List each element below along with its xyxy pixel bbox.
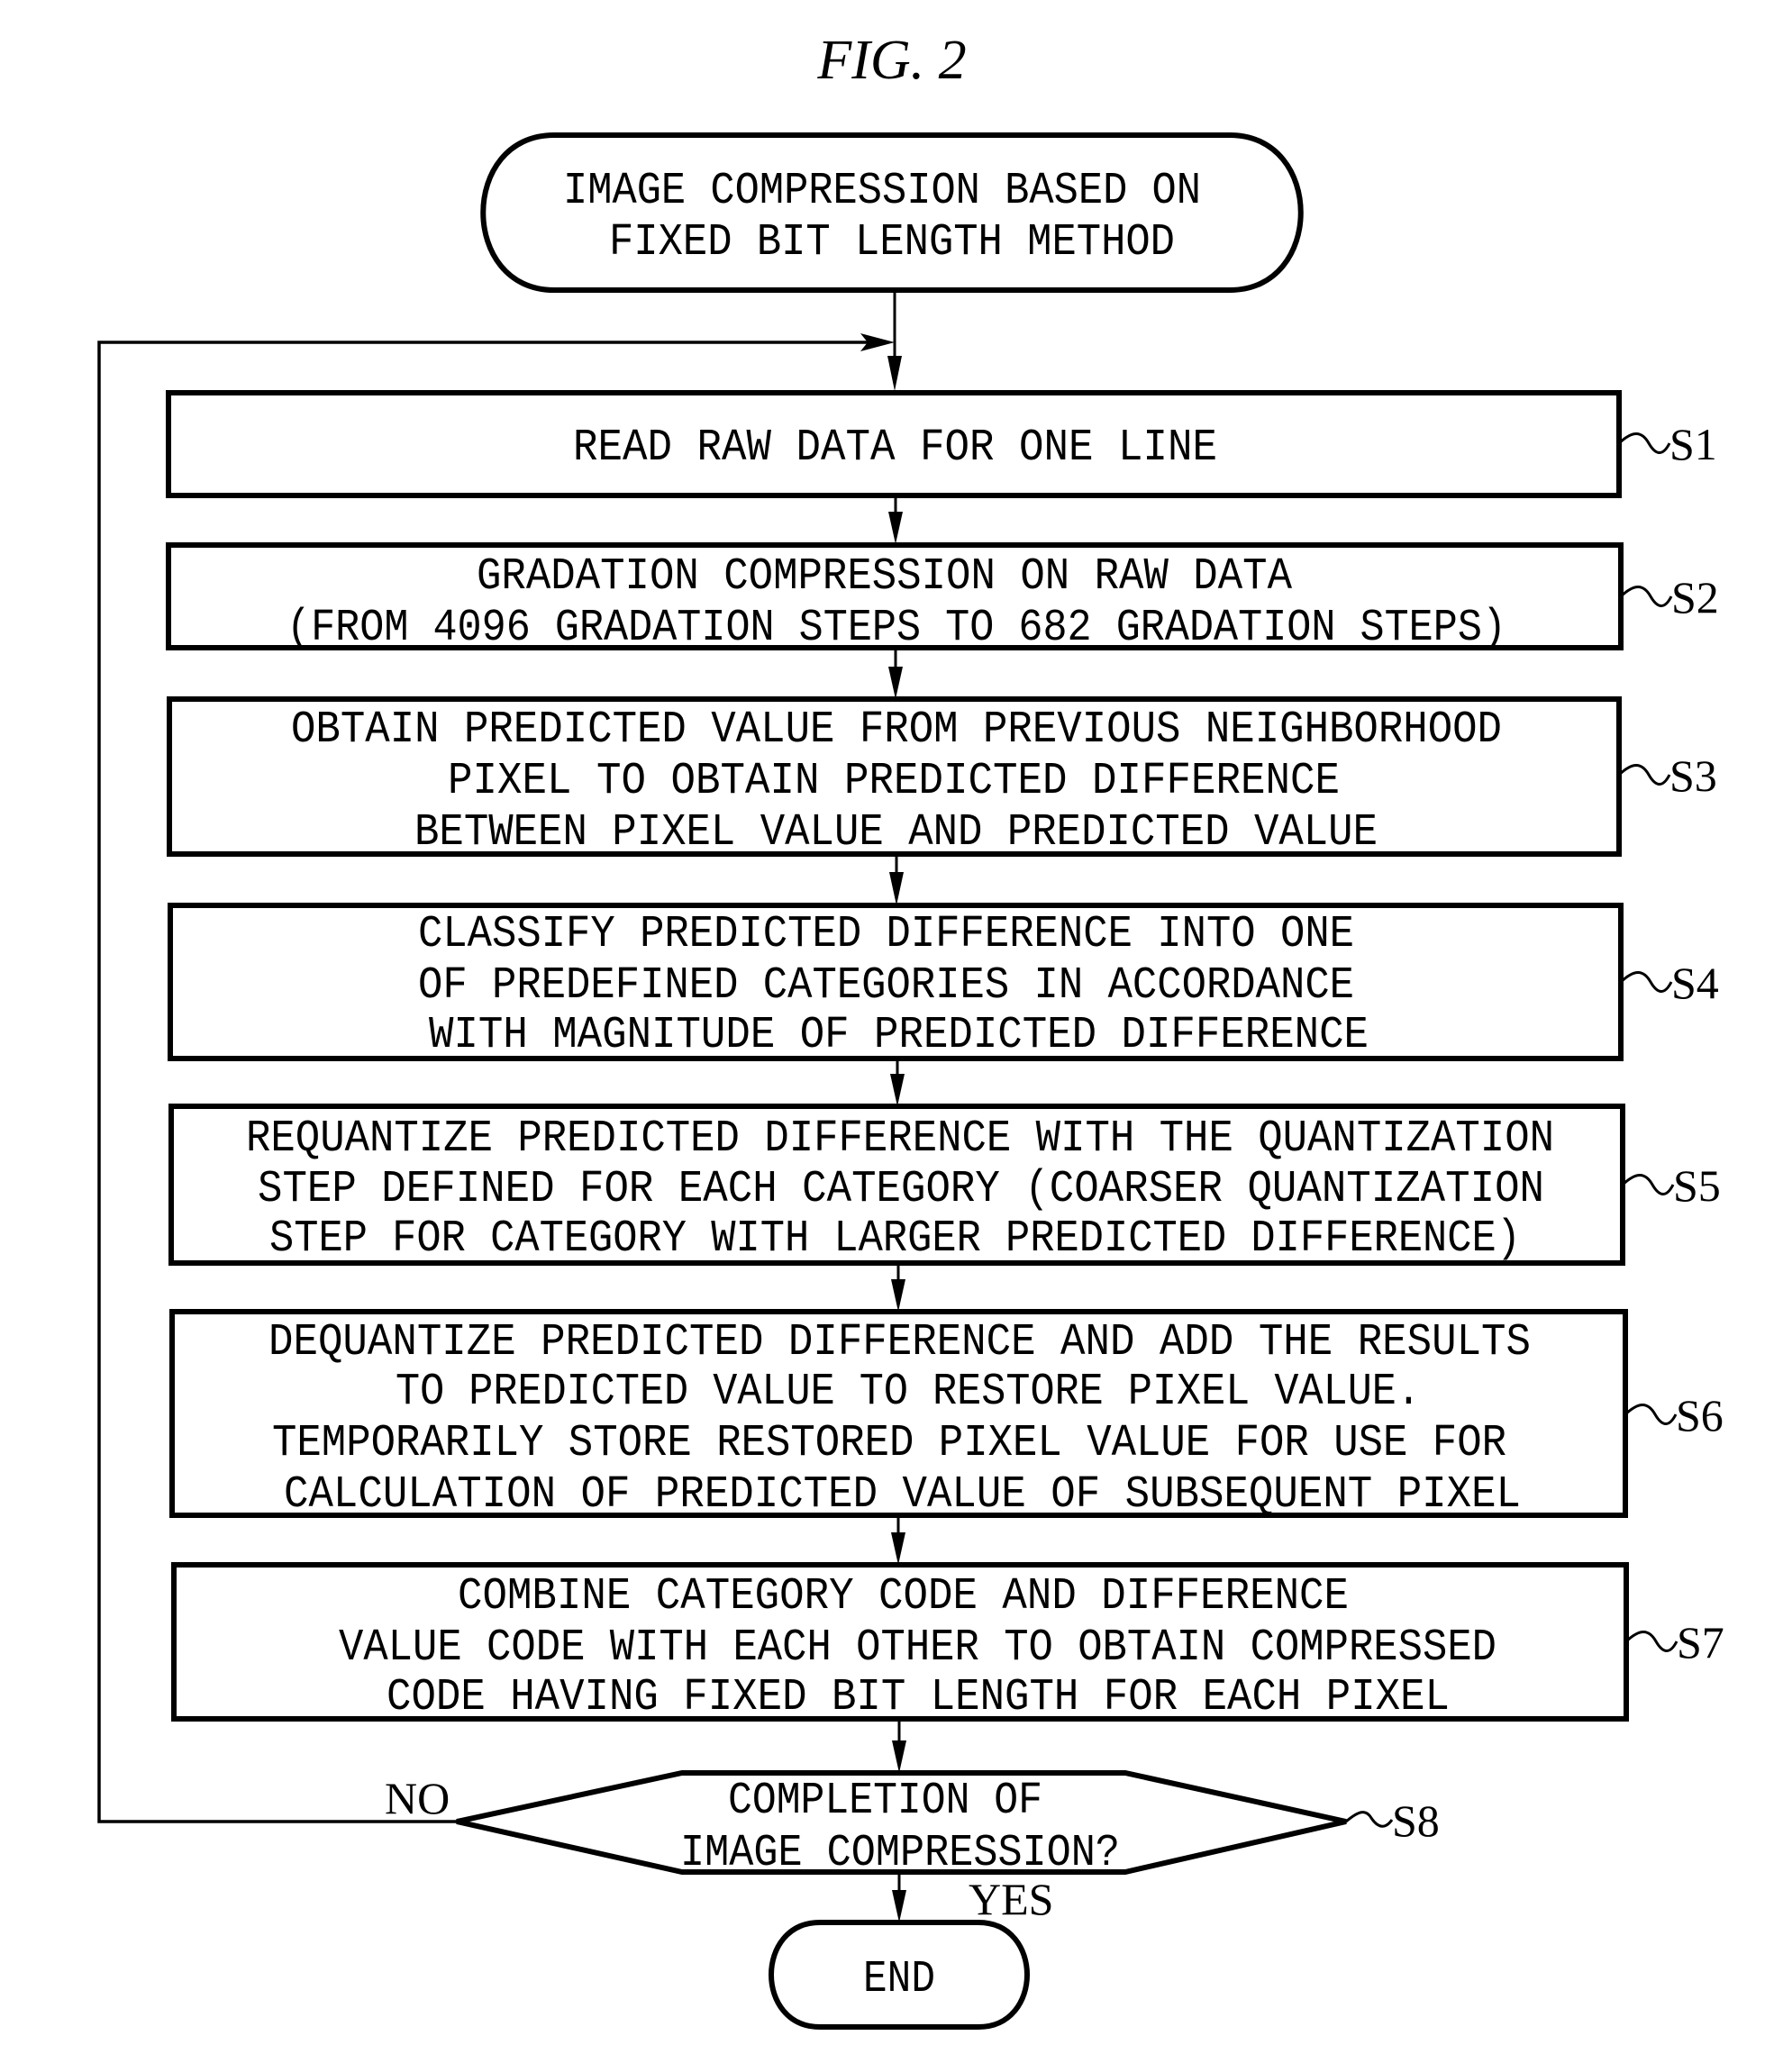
step-ref-tilde-icon [1624,1631,1678,1652]
no-branch-label: NO [385,1773,450,1823]
arrowhead-icon [891,1279,905,1312]
step-ref-tilde-icon [1624,1404,1678,1425]
step-text-line: (FROM 4096 GRADATION STEPS TO 682 GRADAT… [287,603,1506,654]
end-terminal-label: END [863,1954,935,2005]
step-ref-tilde-icon [1345,1811,1394,1828]
step-text-line: OBTAIN PREDICTED VALUE FROM PREVIOUS NEI… [291,704,1502,756]
step-text-line: OF PREDEFINED CATEGORIES IN ACCORDANCE [418,960,1354,1012]
arrowhead-icon [888,667,903,699]
step-s2: GRADATION COMPRESSION ON RAW DATA (FROM … [166,542,1719,654]
step-ref-label: S7 [1677,1617,1724,1668]
step-ref-tilde-icon [1619,586,1673,607]
step-ref-label: S6 [1676,1390,1724,1440]
step-ref-label: S8 [1392,1795,1440,1846]
arrowhead-icon [892,1740,906,1773]
step-ref-label: S4 [1671,958,1719,1008]
step-text-line: TEMPORARILY STORE RESTORED PIXEL VALUE F… [272,1418,1506,1469]
step-text-line: REQUANTIZE PREDICTED DIFFERENCE WITH THE… [246,1113,1554,1165]
step-s1: READ RAW DATA FOR ONE LINE S1 [166,390,1717,498]
step-text-line: STEP FOR CATEGORY WITH LARGER PREDICTED … [269,1213,1521,1265]
start-terminal: IMAGE COMPRESSION BASED ON FIXED BIT LEN… [480,132,1304,293]
step-text-line: BETWEEN PIXEL VALUE AND PREDICTED VALUE [414,807,1378,859]
step-text-line: CLASSIFY PREDICTED DIFFERENCE INTO ONE [418,909,1354,960]
arrowhead-icon [891,1532,905,1565]
step-s4: CLASSIFY PREDICTED DIFFERENCE INTO ONE O… [168,903,1719,1061]
start-terminal-line: FIXED BIT LENGTH METHOD [609,217,1175,268]
step-s3: OBTAIN PREDICTED VALUE FROM PREVIOUS NEI… [167,696,1717,859]
step-text-line: CALCULATION OF PREDICTED VALUE OF SUBSEQ… [284,1469,1521,1521]
step-ref-tilde-icon [1617,764,1671,786]
step-ref-label: S5 [1673,1160,1721,1211]
decision-s8: COMPLETION OF IMAGE COMPRESSION? S8 NO Y… [385,1770,1440,1924]
flowchart: FIG. 2 IMAGE COMPRESSION BASED ON FIXED … [97,30,1724,2030]
arrowhead-icon [890,1074,905,1106]
step-text-line: CODE HAVING FIXED BIT LENGTH FOR EACH PI… [387,1672,1450,1723]
decision-text-line: COMPLETION OF [728,1776,1042,1827]
step-text-line: WITH MAGNITUDE OF PREDICTED DIFFERENCE [429,1010,1369,1061]
step-text-line: PIXEL TO OBTAIN PREDICTED DIFFERENCE [448,756,1340,807]
step-ref-label: S1 [1669,419,1717,469]
arrowhead-icon [892,1890,906,1922]
step-text-line: COMBINE CATEGORY CODE AND DIFFERENCE [458,1571,1349,1622]
yes-branch-label: YES [969,1874,1053,1924]
decision-text-line: IMAGE COMPRESSION? [680,1828,1120,1879]
step-ref-label: S3 [1669,750,1717,801]
step-ref-tilde-icon [1619,971,1673,993]
step-s5: REQUANTIZE PREDICTED DIFFERENCE WITH THE… [168,1104,1721,1266]
end-terminal: END [769,1920,1030,2030]
step-text-line: TO PREDICTED VALUE TO RESTORE PIXEL VALU… [396,1367,1421,1418]
step-text-line: DEQUANTIZE PREDICTED DIFFERENCE AND ADD … [268,1317,1531,1368]
start-terminal-line: IMAGE COMPRESSION BASED ON [563,166,1201,217]
step-text-line: GRADATION COMPRESSION ON RAW DATA [477,551,1292,603]
step-ref-label: S2 [1671,572,1719,623]
arrowhead-icon [888,512,903,544]
step-s7: COMBINE CATEGORY CODE AND DIFFERENCE VAL… [171,1562,1724,1723]
figure-title: FIG. 2 [816,30,966,91]
arrowhead-icon [889,872,904,905]
step-s6: DEQUANTIZE PREDICTED DIFFERENCE AND ADD … [169,1309,1724,1521]
arrowhead-icon [887,356,902,391]
step-text-line: VALUE CODE WITH EACH OTHER TO OBTAIN COM… [339,1622,1497,1674]
step-text-line: STEP DEFINED FOR EACH CATEGORY (COARSER … [258,1164,1544,1215]
step-text-line: READ RAW DATA FOR ONE LINE [573,423,1217,474]
step-ref-tilde-icon [1617,432,1671,454]
step-ref-tilde-icon [1621,1174,1675,1195]
